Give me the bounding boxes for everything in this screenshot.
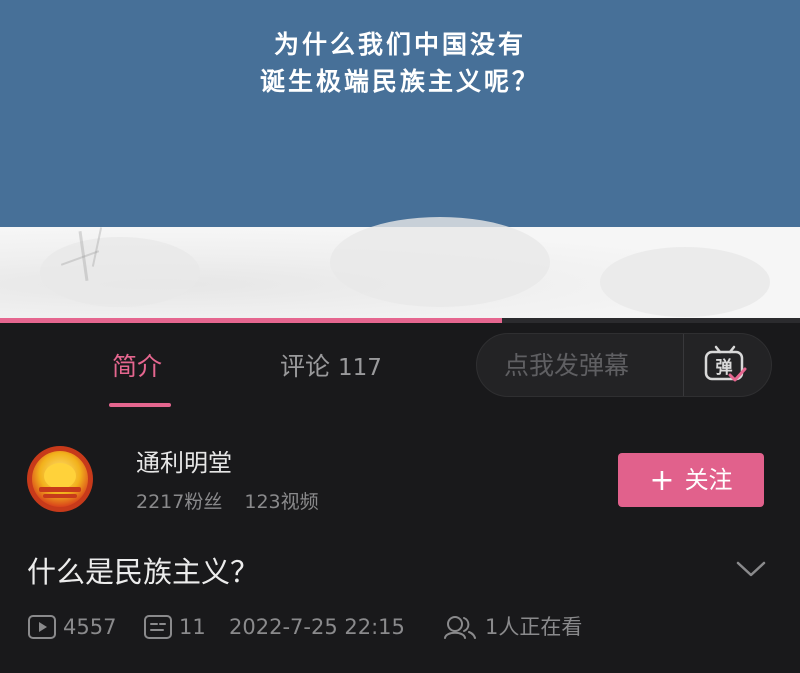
publish-date: 2022-7-25 22:15 xyxy=(229,615,405,639)
avatar[interactable] xyxy=(27,446,93,512)
tab-intro-label: 简介 xyxy=(112,352,163,381)
video-title: 什么是民族主义？ xyxy=(27,555,260,589)
tab-comments[interactable]: 评论 117 xyxy=(280,350,382,385)
uploader-video-count: 123视频 xyxy=(244,491,319,513)
play-count-icon xyxy=(27,614,57,644)
tab-intro[interactable]: 简介 xyxy=(112,350,162,384)
chevron-down-icon[interactable] xyxy=(735,557,767,581)
video-frame-bottom xyxy=(0,217,800,323)
tab-comments-count: 117 xyxy=(338,355,382,381)
danmaku-divider xyxy=(683,334,684,396)
tab-active-indicator xyxy=(109,403,171,407)
play-count: 4557 xyxy=(63,615,117,639)
plus-icon: + xyxy=(649,463,675,498)
watching-count: 1人正在看 xyxy=(485,615,583,639)
danmaku-placeholder: 点我发弹幕 xyxy=(504,351,630,380)
uploader-name[interactable]: 通利明堂 xyxy=(136,446,232,480)
danmaku-tv-icon[interactable]: 弹 xyxy=(703,345,747,385)
video-player[interactable]: 为什么我们中国没有 诞生极端民族主义呢？ xyxy=(0,0,800,323)
follow-label: 关注 xyxy=(684,466,733,494)
danmaku-count: 11 xyxy=(179,615,206,639)
danmaku-count-icon xyxy=(143,614,173,644)
tab-comments-label: 评论 xyxy=(280,352,331,381)
video-caption-line1: 为什么我们中国没有 xyxy=(273,30,526,59)
video-progress-fill xyxy=(0,318,503,323)
uploader-stats: 2217粉丝 123视频 xyxy=(136,488,319,516)
video-progress-bar[interactable] xyxy=(0,318,800,323)
follow-button[interactable]: + 关注 xyxy=(618,453,764,507)
danmaku-input[interactable]: 点我发弹幕 弹 xyxy=(476,333,772,397)
watching-icon xyxy=(443,614,477,644)
video-caption-line2: 诞生极端民族主义呢？ xyxy=(259,67,540,96)
video-caption: 为什么我们中国没有 诞生极端民族主义呢？ xyxy=(0,26,800,100)
uploader-fans: 2217粉丝 xyxy=(136,491,223,513)
